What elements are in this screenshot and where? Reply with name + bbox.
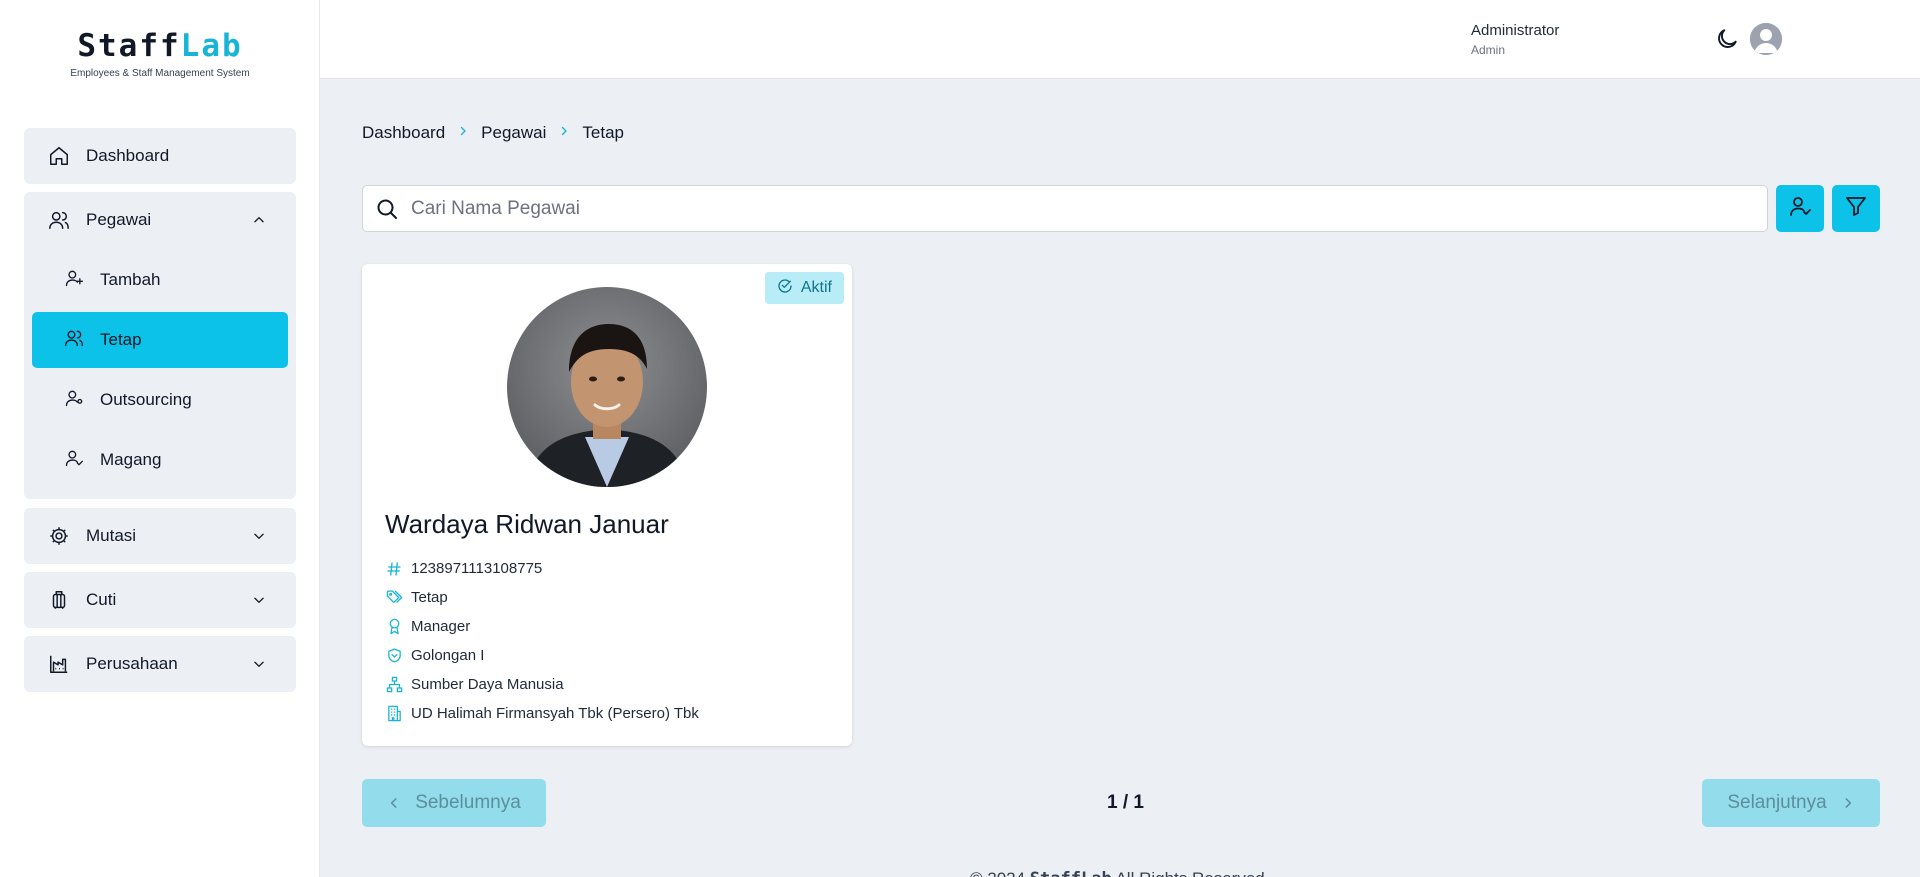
employee-photo — [507, 287, 707, 487]
user-filter-button[interactable] — [1776, 185, 1824, 232]
employee-info-list: 1238971113108775 Tetap Manager Golongan … — [385, 554, 699, 728]
gear-icon — [48, 525, 70, 547]
info-row-company: UD Halimah Firmansyah Tbk (Persero) Tbk — [385, 699, 699, 728]
previous-page-label: Sebelumnya — [415, 792, 521, 813]
page-indicator: 1 / 1 — [1107, 792, 1144, 813]
user-cog-icon — [64, 388, 84, 413]
sitemap-icon — [385, 676, 403, 694]
sidebar-item-pegawai[interactable]: Pegawai — [24, 192, 296, 248]
award-icon — [385, 618, 403, 636]
info-row-position: Manager — [385, 612, 699, 641]
hash-icon — [385, 560, 403, 578]
sidebar-item-dashboard[interactable]: Dashboard — [24, 128, 296, 184]
footer-suffix: All Rights Reserved — [1112, 869, 1264, 877]
status-badge: Aktif — [764, 272, 844, 304]
sidebar-subitem-magang[interactable]: Magang — [32, 432, 288, 488]
chevron-right-icon — [558, 124, 570, 142]
sidebar-item-label: Pegawai — [86, 210, 152, 229]
sidebar-item-mutasi[interactable]: Mutasi — [24, 508, 296, 564]
search-input[interactable] — [411, 197, 1711, 220]
sidebar-subitem-outsourcing[interactable]: Outsourcing — [32, 372, 288, 428]
employee-position: Manager — [411, 618, 471, 635]
employee-grade: Golongan I — [411, 647, 485, 664]
next-page-label: Selanjutnya — [1727, 792, 1827, 813]
top-header: Administrator Admin — [320, 0, 1920, 79]
footer-prefix: © 2024 — [970, 869, 1030, 877]
sidebar-subitem-tetap[interactable]: Tetap — [32, 312, 288, 368]
info-row-type: Tetap — [385, 583, 699, 612]
employee-company: UD Halimah Firmansyah Tbk (Persero) Tbk — [411, 705, 699, 722]
footer-brand: StaffLab — [1030, 869, 1112, 877]
search-icon — [375, 197, 399, 221]
sidebar-item-cuti[interactable]: Cuti — [24, 572, 296, 628]
sidebar-subitem-tambah[interactable]: Tambah — [32, 252, 288, 308]
home-icon — [48, 145, 70, 167]
next-page-button[interactable]: Selanjutnya — [1702, 779, 1880, 827]
app-logo[interactable]: StaffLab Employees & Staff Management Sy… — [0, 28, 320, 79]
avatar[interactable] — [1750, 23, 1782, 55]
sidebar-item-label: Mutasi — [86, 526, 137, 545]
chevron-left-icon — [387, 796, 401, 810]
breadcrumb-item[interactable]: Pegawai — [481, 123, 546, 143]
user-check-icon — [1788, 194, 1812, 223]
filter-icon — [1844, 194, 1868, 223]
footer-copyright: © 2024 StaffLab All Rights Reserved — [970, 869, 1265, 877]
shield-icon — [385, 647, 403, 665]
chevron-down-icon — [250, 591, 268, 609]
info-row-id: 1238971113108775 — [385, 554, 699, 583]
chevron-down-icon — [250, 527, 268, 545]
user-check-icon — [64, 448, 84, 473]
employee-id: 1238971113108775 — [411, 560, 543, 577]
employee-name: Wardaya Ridwan Januar — [385, 509, 669, 539]
logo-main: Staff — [77, 28, 181, 64]
user-role: Admin — [1471, 43, 1506, 57]
breadcrumb-item[interactable]: Dashboard — [362, 123, 445, 143]
chevron-down-icon — [250, 655, 268, 673]
user-name[interactable]: Administrator — [1471, 22, 1559, 39]
tags-icon — [385, 589, 403, 607]
chevron-right-icon — [1841, 796, 1855, 810]
users-icon — [64, 328, 84, 353]
users-icon — [48, 209, 70, 231]
sidebar-subitem-label: Tambah — [100, 270, 161, 289]
app-subtitle: Employees & Staff Management System — [70, 68, 250, 79]
filter-button[interactable] — [1832, 185, 1880, 232]
check-circle-icon — [777, 278, 793, 299]
info-row-grade: Golongan I — [385, 641, 699, 670]
factory-icon — [48, 653, 70, 675]
breadcrumb: Dashboard Pegawai Tetap — [362, 123, 624, 143]
chevron-right-icon — [457, 124, 469, 142]
sidebar-item-label: Dashboard — [86, 146, 170, 165]
employee-department: Sumber Daya Manusia — [411, 676, 564, 693]
chevron-up-icon — [250, 211, 268, 229]
main-content: Dashboard Pegawai Tetap Aktif — [320, 79, 1920, 877]
previous-page-button[interactable]: Sebelumnya — [362, 779, 546, 827]
sidebar-subitem-label: Outsourcing — [100, 390, 192, 409]
sidebar-item-perusahaan[interactable]: Perusahaan — [24, 636, 296, 692]
sidebar-group-pegawai: Pegawai Tambah Tetap Outsourcing Magang — [24, 192, 296, 499]
sidebar-subitem-label: Magang — [100, 450, 162, 469]
employee-card[interactable]: Aktif Wardaya Ridwan Januar 123897111310… — [362, 264, 852, 746]
breadcrumb-item-current: Tetap — [582, 123, 624, 142]
sidebar-item-label: Cuti — [86, 590, 117, 609]
luggage-icon — [48, 589, 70, 611]
search-bar — [362, 185, 1768, 232]
logo-accent: Lab — [180, 28, 243, 64]
info-row-department: Sumber Daya Manusia — [385, 670, 699, 699]
status-text: Aktif — [800, 279, 832, 296]
building-icon — [385, 705, 403, 723]
user-plus-icon — [64, 268, 84, 293]
moon-icon[interactable] — [1714, 26, 1740, 52]
employee-type: Tetap — [411, 589, 448, 606]
sidebar-item-label: Perusahaan — [86, 654, 178, 673]
sidebar: StaffLab Employees & Staff Management Sy… — [0, 0, 320, 877]
sidebar-subitem-label: Tetap — [100, 330, 142, 349]
